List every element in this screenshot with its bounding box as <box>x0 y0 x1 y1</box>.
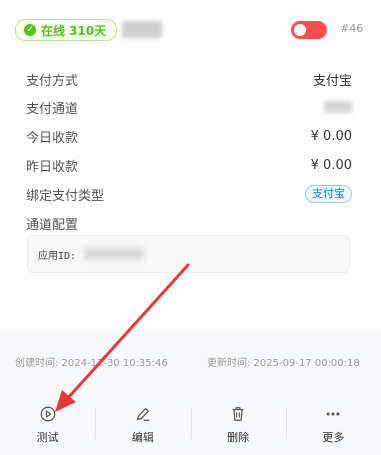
field-label: 今日收款 <box>26 130 79 146</box>
edit-button[interactable]: 编辑 <box>95 395 190 455</box>
delete-button[interactable]: 删除 <box>190 395 286 455</box>
field-value: 支付宝 <box>312 73 352 89</box>
channel-name-blurred <box>122 21 162 38</box>
toggle-knob <box>294 24 306 36</box>
field-label: 昨日收款 <box>26 159 79 175</box>
field-payment-method: 支付方式 支付宝 <box>26 69 352 89</box>
created-time: 创建时间: 2024-11-30 10:35:46 <box>15 358 168 369</box>
field-label: 支付通道 <box>26 101 79 117</box>
check-circle-icon: ✓ <box>24 24 36 36</box>
status-text: 在线 310天 <box>41 23 107 38</box>
config-label: 通道配置 <box>26 217 79 233</box>
field-label: 绑定支付类型 <box>26 188 105 204</box>
field-yesterday-income: 昨日收款 ¥ 0.00 <box>26 155 352 175</box>
test-button[interactable]: 测试 <box>0 395 95 455</box>
delete-label: 删除 <box>227 431 250 444</box>
field-today-income: 今日收款 ¥ 0.00 <box>26 126 352 146</box>
field-label: 支付方式 <box>26 73 79 89</box>
play-circle-icon <box>40 406 56 422</box>
field-value: ¥ 0.00 <box>310 157 352 173</box>
config-heading-row: 通道配置 <box>26 213 352 233</box>
edit-icon <box>136 407 150 421</box>
app-id-label: 应用ID: <box>38 250 77 262</box>
field-bound-pay-type: 绑定支付类型 支付宝 <box>26 184 352 204</box>
more-icon <box>326 412 340 416</box>
more-label: 更多 <box>322 431 345 444</box>
action-bar: 测试 编辑 删除 更多 <box>0 395 381 455</box>
config-box: 应用ID: <box>27 235 350 273</box>
app-id-blurred <box>84 248 145 260</box>
test-label: 测试 <box>36 431 59 444</box>
field-value-blurred <box>324 101 352 113</box>
updated-time: 更新时间: 2025-09-17 00:00:18 <box>207 358 360 369</box>
more-button[interactable]: 更多 <box>285 395 381 455</box>
card-id: #46 <box>340 22 364 35</box>
pay-type-tag: 支付宝 <box>305 185 352 203</box>
enable-toggle[interactable] <box>291 21 327 39</box>
edit-label: 编辑 <box>131 431 154 444</box>
channel-card: ✓ 在线 310天 #46 支付方式 支付宝 支付通道 今日收款 ¥ 0.00 … <box>0 0 381 455</box>
field-value: ¥ 0.00 <box>310 128 352 144</box>
field-payment-channel: 支付通道 <box>26 97 352 117</box>
trash-icon <box>232 407 244 421</box>
status-badge: ✓ 在线 310天 <box>15 19 118 41</box>
